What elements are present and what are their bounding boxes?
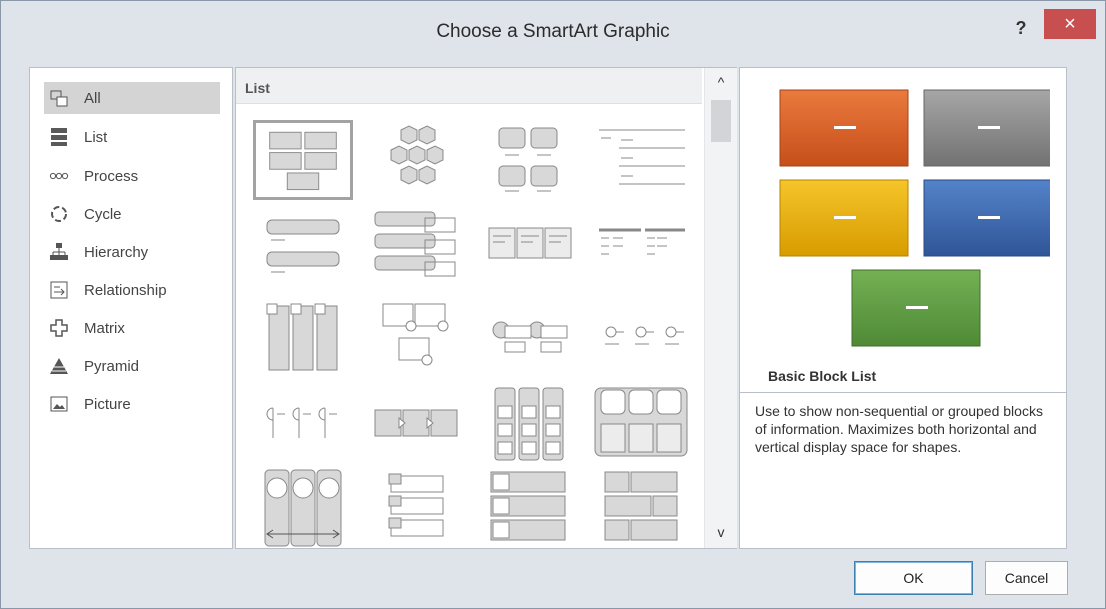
layout-lined-list[interactable] <box>591 120 691 200</box>
close-button[interactable]: × <box>1044 9 1096 39</box>
preview-description: Use to show non-sequential or grouped bl… <box>739 392 1067 550</box>
layout-accent-process-list[interactable] <box>253 384 353 464</box>
category-matrix[interactable]: Matrix <box>44 312 220 344</box>
layout-stacked-list[interactable] <box>365 208 465 288</box>
layout-vertical-bullet-list[interactable] <box>253 208 353 288</box>
category-label: Matrix <box>84 319 125 337</box>
preview-block-gray <box>923 89 1050 167</box>
help-button[interactable]: ? <box>1004 15 1038 41</box>
pyramid-icon <box>48 355 70 377</box>
category-list-item[interactable]: List <box>44 121 220 153</box>
all-icon <box>48 87 70 109</box>
category-process[interactable]: Process <box>44 160 220 192</box>
category-label: Process <box>84 167 139 185</box>
layout-rounded-grouped-list[interactable] <box>591 384 691 464</box>
category-cycle[interactable]: Cycle <box>44 198 220 230</box>
layout-gallery: List ^ v <box>235 67 737 549</box>
preview-block-blue <box>923 179 1050 257</box>
category-label: List <box>84 128 108 146</box>
preview-block-yellow <box>779 179 909 257</box>
layout-bubble-list[interactable] <box>479 296 579 376</box>
layout-brick-list[interactable] <box>591 468 691 548</box>
picture-icon <box>48 393 70 415</box>
layout-circle-arrow-list[interactable] <box>253 468 353 548</box>
matrix-icon <box>48 317 70 339</box>
title-bar: Choose a SmartArt Graphic ? × <box>1 1 1105 63</box>
preview-block-green <box>851 269 981 347</box>
layout-picture-caption-list[interactable] <box>253 296 353 376</box>
list-icon <box>48 126 70 148</box>
smartart-dialog: Choose a SmartArt Graphic ? × All List P… <box>0 0 1106 609</box>
cancel-button[interactable]: Cancel <box>985 561 1068 595</box>
relationship-icon <box>48 279 70 301</box>
scroll-up-icon[interactable]: ^ <box>705 74 737 90</box>
scroll-down-icon[interactable]: v <box>705 524 737 540</box>
layout-hexagon-cluster[interactable] <box>365 120 465 200</box>
layout-horizontal-bullet-list[interactable] <box>591 208 691 288</box>
category-label: Pyramid <box>84 357 140 375</box>
category-hierarchy[interactable]: Hierarchy <box>44 236 220 268</box>
preview-pane: Basic Block List Use to show non-sequent… <box>739 67 1067 549</box>
hierarchy-icon <box>48 241 70 263</box>
category-list: All List Process Cycle Hierarchy Relatio… <box>29 67 233 549</box>
gallery-scrollbar[interactable]: ^ v <box>704 68 737 548</box>
process-icon <box>48 165 70 187</box>
layout-stacked-column-list[interactable] <box>479 384 579 464</box>
category-label: Relationship <box>84 281 167 299</box>
category-label: Picture <box>84 395 131 413</box>
category-pyramid[interactable]: Pyramid <box>44 350 220 382</box>
layout-circle-accent-list[interactable] <box>365 296 465 376</box>
scroll-thumb[interactable] <box>711 100 731 142</box>
preview-block-orange <box>779 89 909 167</box>
category-label: All <box>84 89 101 107</box>
layout-tab-list[interactable] <box>365 468 465 548</box>
category-label: Hierarchy <box>84 243 149 261</box>
category-picture[interactable]: Picture <box>44 388 220 420</box>
dialog-title: Choose a SmartArt Graphic <box>436 21 670 42</box>
cycle-icon <box>48 203 70 225</box>
category-all[interactable]: All <box>44 82 220 114</box>
layout-dot-process-list[interactable] <box>591 296 691 376</box>
layout-table-list[interactable] <box>479 208 579 288</box>
category-label: Cycle <box>84 205 122 223</box>
layout-arrow-chevron-list[interactable] <box>365 384 465 464</box>
layout-basic-block-list[interactable] <box>253 120 353 200</box>
ok-button[interactable]: OK <box>854 561 973 595</box>
layout-grouped-list[interactable] <box>479 120 579 200</box>
gallery-header: List <box>236 68 702 104</box>
category-relationship[interactable]: Relationship <box>44 274 220 306</box>
preview-title: Basic Block List <box>768 368 877 384</box>
preview-graphic <box>779 89 1050 347</box>
layout-picture-strips-list[interactable] <box>479 468 579 548</box>
